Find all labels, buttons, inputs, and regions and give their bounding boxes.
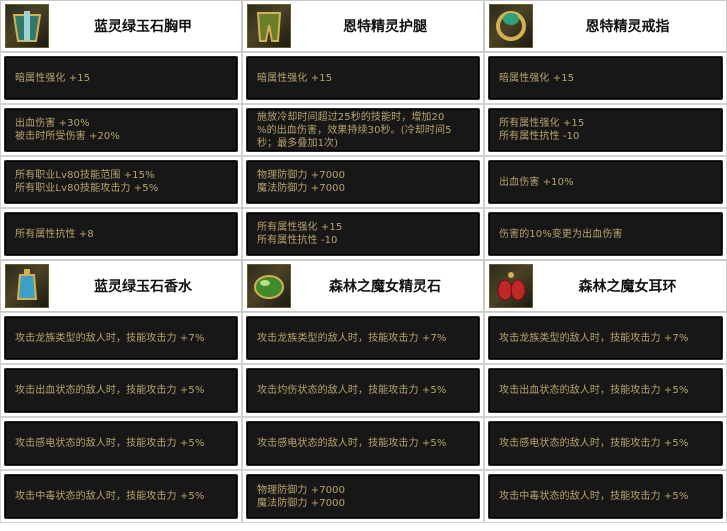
stat-line: 攻击龙族类型的敌人时，技能攻击力 +7%: [15, 332, 205, 344]
stat-panel: 出血伤害 +10%: [488, 160, 723, 204]
stat-cell: 攻击感电状态的敌人时，技能攻击力 +5%: [242, 417, 484, 470]
stat-line: 被击时所受伤害 +20%: [15, 131, 120, 142]
stat-cell: 攻击中毒状态的敌人时，技能攻击力 +5%: [0, 470, 242, 523]
stat-panel: 暗属性强化 +15: [4, 56, 238, 100]
stat-line: 所有属性强化 +15: [499, 118, 585, 129]
stat-panel: 攻击出血状态的敌人时，技能攻击力 +5%: [4, 368, 238, 413]
stat-cell: 攻击灼伤状态的敌人时，技能攻击力 +5%: [242, 364, 484, 417]
stat-line: 所有属性抗性 -10: [499, 131, 580, 142]
stat-panel: 攻击灼伤状态的敌人时，技能攻击力 +5%: [246, 368, 480, 413]
stat-panel: 物理防御力 +7000 魔法防御力 +7000: [246, 474, 480, 519]
stat-cell: 所有职业Lv80技能范围 +15% 所有职业Lv80技能攻击力 +5%: [0, 156, 242, 208]
stat-line: %的出血伤害，效果持续30秒。(冷却时间5: [257, 124, 452, 136]
stat-line: 攻击感电状态的敌人时，技能攻击力 +5%: [499, 438, 689, 449]
stat-panel: 攻击感电状态的敌人时，技能攻击力 +5%: [4, 421, 238, 466]
stat-panel: 攻击中毒状态的敌人时，技能攻击力 +5%: [4, 474, 238, 519]
stat-cell: 攻击感电状态的敌人时，技能攻击力 +5%: [484, 417, 727, 470]
stat-cell: 暗属性强化 +15: [242, 52, 484, 104]
stat-line: 物理防御力 +7000: [257, 484, 346, 496]
item-header: 恩特精灵戒指: [484, 0, 727, 52]
stat-line: 出血伤害 +10%: [499, 176, 574, 188]
stat-panel: 攻击感电状态的敌人时，技能攻击力 +5%: [488, 421, 723, 466]
item-title: 森林之魔女耳环: [578, 279, 677, 295]
stat-panel: 所有属性抗性 +8: [4, 212, 238, 256]
stat-cell: 出血伤害 +10%: [484, 156, 727, 208]
stat-cell: 攻击龙族类型的敌人时，技能攻击力 +7%: [484, 312, 727, 364]
stat-line: 暗属性强化 +15: [499, 72, 575, 84]
stat-line: 攻击龙族类型的敌人时，技能攻击力 +7%: [257, 332, 447, 344]
stat-line: 攻击出血状态的敌人时，技能攻击力 +5%: [15, 385, 205, 396]
stat-panel: 攻击出血状态的敌人时，技能攻击力 +5%: [488, 368, 723, 413]
stat-line: 攻击中毒状态的敌人时，技能攻击力 +5%: [499, 491, 689, 502]
stat-panel: 暗属性强化 +15: [246, 56, 480, 100]
stat-panel: 暗属性强化 +15: [488, 56, 723, 100]
item-header: 森林之魔女耳环: [484, 260, 727, 312]
stat-cell: 施放冷却时间超过25秒的技能时，增加20 %的出血伤害，效果持续30秒。(冷却时间…: [242, 104, 484, 156]
item-title: 森林之魔女精灵石: [329, 279, 441, 295]
stat-cell: 伤害的10%变更为出血伤害: [484, 208, 727, 260]
stat-panel: 攻击龙族类型的敌人时，技能攻击力 +7%: [4, 316, 238, 360]
stat-cell: 所有属性强化 +15 所有属性抗性 -10: [484, 104, 727, 156]
stat-panel: 所有职业Lv80技能范围 +15% 所有职业Lv80技能攻击力 +5%: [4, 160, 238, 204]
chestplate-icon: [5, 4, 49, 48]
stat-panel: 出血伤害 +30% 被击时所受伤害 +20%: [4, 108, 238, 152]
perfume-icon: [5, 264, 49, 308]
stat-panel: 物理防御力 +7000 魔法防御力 +7000: [246, 160, 480, 204]
stat-cell: 攻击出血状态的敌人时，技能攻击力 +5%: [484, 364, 727, 417]
item-header: 蓝灵绿玉石胸甲: [0, 0, 242, 52]
stat-line: 伤害的10%变更为出血伤害: [499, 228, 623, 240]
stat-line: 所有职业Lv80技能范围 +15%: [15, 170, 155, 181]
item-header: 蓝灵绿玉石香水: [0, 260, 242, 312]
stat-line: 所有属性抗性 +8: [15, 228, 94, 240]
stat-cell: 所有属性强化 +15 所有属性抗性 -10: [242, 208, 484, 260]
stat-line: 魔法防御力 +7000: [257, 183, 346, 194]
stat-cell: 物理防御力 +7000 魔法防御力 +7000: [242, 470, 484, 523]
equipment-grid: 蓝灵绿玉石胸甲 恩特精灵护腿 恩特精灵戒指暗属性强化 +15 暗属性强化 +15 暗属性…: [0, 0, 727, 531]
item-title: 恩特精灵护腿: [343, 19, 427, 35]
stat-line: 暗属性强化 +15: [257, 72, 333, 84]
stat-panel: 攻击感电状态的敌人时，技能攻击力 +5%: [246, 421, 480, 466]
stat-line: 秒；最多叠加1次): [257, 137, 339, 149]
stat-line: 攻击龙族类型的敌人时，技能攻击力 +7%: [499, 332, 689, 344]
stat-cell: 所有属性抗性 +8: [0, 208, 242, 260]
stat-line: 所有属性抗性 -10: [257, 235, 338, 246]
stat-cell: 攻击中毒状态的敌人时，技能攻击力 +5%: [484, 470, 727, 523]
stat-cell: 攻击感电状态的敌人时，技能攻击力 +5%: [0, 417, 242, 470]
earring-icon: [489, 264, 533, 308]
stat-line: 攻击中毒状态的敌人时，技能攻击力 +5%: [15, 491, 205, 502]
stat-panel: 攻击龙族类型的敌人时，技能攻击力 +7%: [488, 316, 723, 360]
item-title: 恩特精灵戒指: [585, 19, 670, 35]
stat-panel: 攻击中毒状态的敌人时，技能攻击力 +5%: [488, 474, 723, 519]
stat-line: 暗属性强化 +15: [15, 72, 91, 84]
stat-cell: 出血伤害 +30% 被击时所受伤害 +20%: [0, 104, 242, 156]
item-title: 蓝灵绿玉石香水: [94, 279, 192, 295]
stat-line: 施放冷却时间超过25秒的技能时，增加20: [257, 111, 445, 123]
stat-panel: 攻击龙族类型的敌人时，技能攻击力 +7%: [246, 316, 480, 360]
stat-panel: 施放冷却时间超过25秒的技能时，增加20 %的出血伤害，效果持续30秒。(冷却时间…: [246, 108, 480, 152]
item-header: 森林之魔女精灵石: [242, 260, 484, 312]
stat-line: 攻击出血状态的敌人时，技能攻击力 +5%: [499, 385, 689, 396]
stat-cell: 暗属性强化 +15: [0, 52, 242, 104]
stat-cell: 攻击龙族类型的敌人时，技能攻击力 +7%: [0, 312, 242, 364]
item-header: 恩特精灵护腿: [242, 0, 484, 52]
stat-cell: 物理防御力 +7000 魔法防御力 +7000: [242, 156, 484, 208]
item-title: 蓝灵绿玉石胸甲: [94, 19, 192, 35]
ring-icon: [489, 4, 533, 48]
spirit-stone-icon: [247, 264, 291, 308]
stat-panel: 所有属性强化 +15 所有属性抗性 -10: [488, 108, 723, 152]
stat-cell: 攻击出血状态的敌人时，技能攻击力 +5%: [0, 364, 242, 417]
leggings-icon: [247, 4, 291, 48]
stat-cell: 攻击龙族类型的敌人时，技能攻击力 +7%: [242, 312, 484, 364]
stat-line: 出血伤害 +30%: [15, 118, 90, 129]
stat-line: 魔法防御力 +7000: [257, 497, 346, 509]
stat-cell: 暗属性强化 +15: [484, 52, 727, 104]
stat-line: 攻击灼伤状态的敌人时，技能攻击力 +5%: [257, 385, 447, 396]
stat-line: 所有职业Lv80技能攻击力 +5%: [15, 183, 159, 194]
stat-panel: 所有属性强化 +15 所有属性抗性 -10: [246, 212, 480, 256]
stat-line: 攻击感电状态的敌人时，技能攻击力 +5%: [257, 438, 447, 449]
stat-line: 攻击感电状态的敌人时，技能攻击力 +5%: [15, 438, 205, 449]
stat-panel: 伤害的10%变更为出血伤害: [488, 212, 723, 256]
stat-line: 物理防御力 +7000: [257, 170, 346, 181]
stat-line: 所有属性强化 +15: [257, 222, 343, 233]
